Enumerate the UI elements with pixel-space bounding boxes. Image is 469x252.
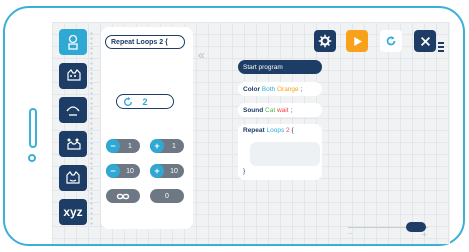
repeat-drop-slot[interactable] [250, 142, 320, 166]
plus-icon: + [150, 139, 164, 153]
category-sidebar: xyz [59, 29, 95, 227]
repeat-suffix: { [289, 127, 294, 134]
minus-icon: − [106, 139, 120, 153]
color-block-text: Color Both Orange ; [243, 86, 302, 93]
plus-one-button[interactable]: + 1 [150, 139, 184, 153]
category-looks[interactable] [59, 97, 87, 123]
cat-dots-icon [67, 138, 81, 150]
menu-icon[interactable] [438, 42, 444, 52]
close-button[interactable] [414, 30, 436, 52]
sound-block-text: Sound Cat wait ; [243, 107, 292, 114]
play-icon [353, 36, 362, 46]
collapse-palette-icon[interactable]: « [198, 48, 205, 62]
zoom-in-icon[interactable]: + [422, 230, 427, 239]
sound-value: Cat [265, 106, 276, 114]
block-palette: Repeat Loops 2 { 2 − 1 + 1 − 10 + 10 0 [101, 27, 193, 229]
gear-icon [318, 34, 332, 48]
color-suffix: ; [298, 85, 303, 93]
category-variables[interactable]: xyz [59, 199, 87, 225]
category-touch[interactable] [59, 29, 87, 55]
repeat-block[interactable]: Repeat Loops 2 { } [238, 124, 322, 180]
infinity-icon [116, 193, 130, 199]
palette-repeat-block[interactable]: Repeat Loops 2 { [105, 35, 185, 49]
start-program-block[interactable]: Start program [238, 60, 322, 74]
category-control[interactable] [59, 165, 87, 191]
sound-action: wait [276, 106, 289, 114]
cat-face-icon [66, 171, 80, 184]
sound-keyword: Sound [243, 106, 266, 114]
app-screen: xyz Repeat Loops 2 { 2 − 1 + 1 − 10 + 10 [52, 22, 450, 244]
plus-one-value: 1 [172, 142, 176, 150]
minus-one-button[interactable]: − 1 [106, 139, 140, 153]
color-keyword: Color [243, 85, 262, 93]
phone-speaker [29, 108, 37, 148]
palette-repeat-label: Repeat Loops 2 { [111, 38, 168, 46]
color-block[interactable]: Color Both Orange ; [238, 82, 322, 96]
play-button[interactable] [346, 30, 368, 52]
cat-move-icon [67, 69, 81, 81]
zoom-slider[interactable]: − + [348, 222, 428, 239]
close-icon [420, 36, 430, 46]
sound-suffix: ; [288, 106, 293, 114]
cat-hand-icon [66, 106, 80, 116]
plus-icon: + [150, 164, 164, 178]
color-target: Both [261, 85, 276, 93]
sidebar-divider [89, 31, 94, 227]
repeat-keyword: Repeat [243, 127, 267, 134]
touch-icon [68, 34, 78, 50]
category-motion[interactable] [59, 63, 87, 89]
loop-counter-field[interactable]: 2 [116, 94, 174, 109]
plus-ten-button[interactable]: + 10 [150, 164, 184, 178]
minus-icon: − [106, 164, 120, 178]
minus-one-value: 1 [128, 142, 132, 150]
repeat-variable: Loops [266, 127, 285, 134]
plus-ten-value: 10 [170, 167, 178, 175]
start-program-label: Start program [243, 63, 283, 71]
loop-counter-value: 2 [142, 96, 148, 107]
minus-ten-button[interactable]: − 10 [106, 164, 140, 178]
reset-button[interactable] [380, 30, 402, 52]
color-value: Orange [276, 85, 299, 93]
zoom-out-icon[interactable]: − [348, 231, 352, 238]
repeat-close-brace: } [243, 168, 246, 175]
category-sound[interactable] [59, 131, 87, 157]
minus-ten-value: 10 [126, 167, 134, 175]
loop-arrow-icon [124, 96, 132, 106]
refresh-icon [386, 36, 396, 46]
infinity-button[interactable] [106, 189, 140, 203]
xyz-icon: xyz [63, 205, 83, 219]
zero-button[interactable]: 0 [150, 189, 184, 203]
repeat-block-text: Repeat Loops 2 { [243, 127, 294, 134]
sound-block[interactable]: Sound Cat wait ; [238, 103, 322, 117]
zero-value: 0 [165, 192, 169, 200]
settings-button[interactable] [314, 30, 336, 52]
phone-home-button [28, 154, 36, 162]
